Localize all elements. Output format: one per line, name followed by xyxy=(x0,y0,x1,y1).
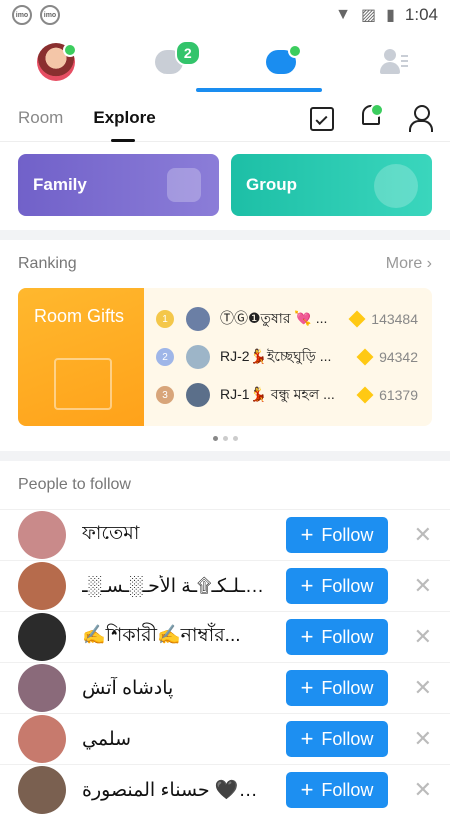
list-item[interactable]: حسناء المنصورة 🖤🖤🖤 +Follow ✕ xyxy=(0,764,450,815)
dismiss-icon[interactable]: ✕ xyxy=(396,675,432,701)
imo-notification-icon: imo xyxy=(12,5,32,25)
medal-icon: 3 xyxy=(156,386,174,404)
wifi-icon: ▼ xyxy=(335,6,351,24)
user-name: پادشاه آتش xyxy=(82,677,276,700)
plus-icon: + xyxy=(301,728,314,750)
room-name: RJ-2💃ইচ্ছেঘুড়ি ... xyxy=(220,345,351,369)
family-icon xyxy=(167,168,201,202)
score: 143484 xyxy=(371,311,418,327)
ranking-row[interactable]: 2 RJ-2💃ইচ্ছেঘুড়ি ... 94342 xyxy=(156,338,418,376)
list-item[interactable]: ফাতেমা +Follow ✕ xyxy=(0,509,450,560)
follow-button[interactable]: +Follow xyxy=(286,568,388,604)
people-header: People to follow xyxy=(0,461,450,509)
no-sim-icon: ▨ xyxy=(361,5,376,25)
list-item[interactable]: مـ۞ـلـكـ۩ـة الأحـ░ـسـ░ـ +Follow ✕ xyxy=(0,560,450,611)
dismiss-icon[interactable]: ✕ xyxy=(396,573,432,599)
plus-icon: + xyxy=(301,677,314,699)
user-name: ✍️শিকারী✍️নাম্বাঁর... xyxy=(82,621,276,653)
room-gifts-label: Room Gifts xyxy=(34,306,124,326)
plus-icon: + xyxy=(301,626,314,648)
top-nav: 2 xyxy=(0,30,450,94)
diamond-icon xyxy=(357,349,374,366)
plus-icon: + xyxy=(301,524,314,546)
contacts-icon xyxy=(380,49,408,75)
status-bar: imo imo ▼ ▨ ▮ 1:04 xyxy=(0,0,450,30)
tab-explore[interactable]: Explore xyxy=(93,108,155,128)
room-gifts-ranking[interactable]: Room Gifts 1 ⓉⒼ❶তুষার 💘 ... 143484 2 RJ-… xyxy=(18,288,432,426)
clock: 1:04 xyxy=(405,5,438,25)
follow-button[interactable]: +Follow xyxy=(286,517,388,553)
people-list: ফাতেমা +Follow ✕ مـ۞ـلـكـ۩ـة الأحـ░ـسـ░ـ +Fo… xyxy=(0,509,450,815)
dismiss-icon[interactable]: ✕ xyxy=(396,777,432,803)
list-item[interactable]: سلمي +Follow ✕ xyxy=(0,713,450,764)
tab-profile[interactable] xyxy=(0,30,113,94)
avatar xyxy=(37,43,75,81)
imo-notification-icon: imo xyxy=(40,5,60,25)
diamond-icon xyxy=(349,311,366,328)
dismiss-icon[interactable]: ✕ xyxy=(396,522,432,548)
more-link[interactable]: More › xyxy=(386,255,432,273)
score: 94342 xyxy=(379,349,418,365)
family-label: Family xyxy=(33,175,87,195)
profile-icon[interactable] xyxy=(408,105,432,131)
avatar xyxy=(18,664,66,712)
ranking-row[interactable]: 1 ⓉⒼ❶তুষার 💘 ... 143484 xyxy=(156,300,418,338)
diamond-icon xyxy=(357,387,374,404)
active-tab-indicator xyxy=(196,88,322,92)
avatar xyxy=(18,715,66,763)
user-name: مـ۞ـلـكـ۩ـة الأحـ░ـسـ░ـ xyxy=(82,575,276,598)
online-indicator xyxy=(288,44,302,58)
calendar-icon[interactable] xyxy=(310,107,334,131)
avatar xyxy=(186,345,210,369)
follow-button[interactable]: +Follow xyxy=(286,670,388,706)
follow-button[interactable]: +Follow xyxy=(286,619,388,655)
list-item[interactable]: ✍️শিকারী✍️নাম্বাঁর... +Follow ✕ xyxy=(0,611,450,662)
follow-button[interactable]: +Follow xyxy=(286,721,388,757)
notification-dot xyxy=(370,103,384,117)
group-card[interactable]: Group xyxy=(231,154,432,216)
plus-icon: + xyxy=(301,575,314,597)
avatar xyxy=(186,383,210,407)
score: 61379 xyxy=(379,387,418,403)
tab-contacts[interactable] xyxy=(338,30,450,94)
avatar xyxy=(18,613,66,661)
family-card[interactable]: Family xyxy=(18,154,219,216)
voice-room-icon xyxy=(266,50,296,74)
notification-button[interactable] xyxy=(358,105,384,131)
ranking-title: Ranking xyxy=(18,255,77,273)
user-name: سلمي xyxy=(82,728,276,751)
ranking-header: Ranking More › xyxy=(0,240,450,288)
user-name: ফাতেমা xyxy=(82,519,276,551)
room-name: ⓉⒼ❶তুষার 💘 ... xyxy=(220,307,343,331)
gift-icon xyxy=(54,358,112,410)
follow-button[interactable]: +Follow xyxy=(286,772,388,808)
avatar xyxy=(18,511,66,559)
ranking-row[interactable]: 3 RJ-1💃 বন্ধু মহল ... 61379 xyxy=(156,376,418,414)
subtab-bar: Room Explore xyxy=(0,94,450,142)
room-name: RJ-1💃 বন্ধু মহল ... xyxy=(220,383,351,407)
dismiss-icon[interactable]: ✕ xyxy=(396,624,432,650)
page-indicator xyxy=(0,426,450,451)
plus-icon: + xyxy=(301,779,314,801)
group-label: Group xyxy=(246,175,297,195)
avatar xyxy=(18,766,66,814)
unread-badge: 2 xyxy=(175,40,201,66)
avatar xyxy=(18,562,66,610)
tab-chats[interactable]: 2 xyxy=(113,30,226,94)
divider xyxy=(0,230,450,240)
medal-icon: 1 xyxy=(156,310,174,328)
people-title: People to follow xyxy=(18,476,131,494)
group-icon xyxy=(374,164,418,208)
tab-room[interactable]: Room xyxy=(18,108,63,128)
battery-icon: ▮ xyxy=(386,5,395,25)
divider xyxy=(0,451,450,461)
online-indicator xyxy=(63,43,77,57)
medal-icon: 2 xyxy=(156,348,174,366)
avatar xyxy=(186,307,210,331)
tab-live[interactable] xyxy=(225,30,338,94)
user-name: حسناء المنصورة 🖤🖤🖤 xyxy=(82,778,276,802)
dismiss-icon[interactable]: ✕ xyxy=(396,726,432,752)
list-item[interactable]: پادشاه آتش +Follow ✕ xyxy=(0,662,450,713)
